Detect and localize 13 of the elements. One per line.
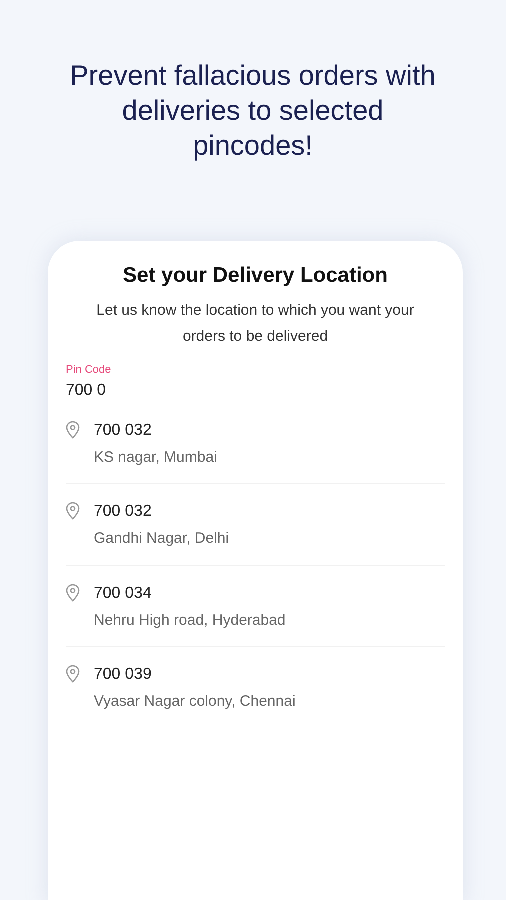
pin-code-field[interactable]: 700 0 [66,378,445,403]
suggestion-item[interactable]: 700 034 Nehru High road, Hyderabad [66,566,445,648]
suggestion-item[interactable]: 700 039 Vyasar Nagar colony, Chennai [66,647,445,728]
location-pin-icon [66,420,80,439]
location-pin-icon [66,502,80,520]
location-pin-icon [66,665,80,684]
location-pin-icon [66,584,80,602]
field-label: Pin Code [66,363,112,378]
card-title: Set your Delivery Location [122,263,389,288]
card-subtitle: Let us know the location to which you want your orders to be delivered [96,301,416,348]
headline: Prevent fallacious orders with deliveries to selected pincodes! [69,59,437,163]
suggestion-item[interactable]: 700 032 Gandhi Nagar, Delhi [66,484,445,566]
suggestion-item[interactable]: 700 032 KS nagar, Mumbai [66,402,445,484]
